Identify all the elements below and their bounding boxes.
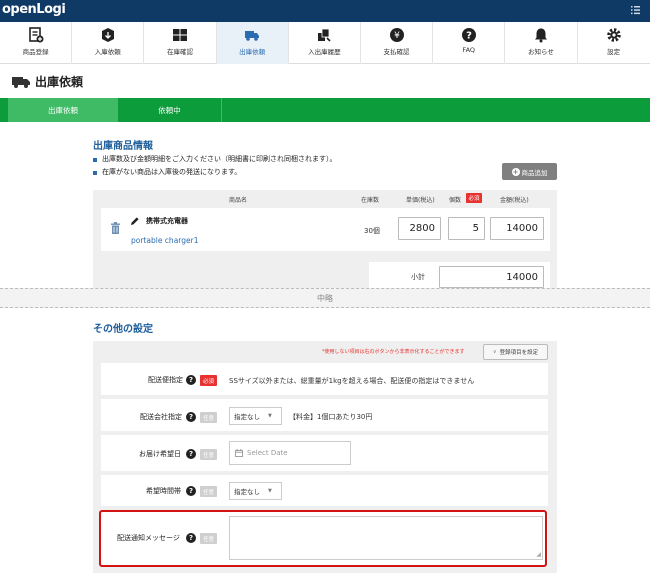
nav-item-history[interactable]: 入出庫履歴 <box>289 22 361 64</box>
header-product-name: 商品名 <box>229 197 248 204</box>
progress-steps: 出庫依頼 依頼中 <box>0 98 650 122</box>
nav-item-outbound[interactable]: 出庫依頼 <box>216 22 289 64</box>
nav-item-payment[interactable]: ¥ 支払確認 <box>361 22 434 64</box>
subtotal-label: 小計 <box>411 273 425 281</box>
nav-item-notice[interactable]: お知らせ <box>505 22 578 64</box>
gear-icon <box>606 28 621 42</box>
plus-icon: + <box>511 167 520 176</box>
stock-value: 30個 <box>364 227 380 235</box>
help-icon[interactable]: ? <box>186 412 196 422</box>
nav-item-faq[interactable]: ? FAQ <box>433 22 506 64</box>
nav-item-settings[interactable]: 設定 <box>578 22 650 64</box>
optional-badge: 任意 <box>200 449 217 460</box>
nav-label: 出庫依頼 <box>239 48 266 56</box>
help-icon[interactable]: ? <box>186 486 196 496</box>
nav-label: 入出庫履歴 <box>308 48 341 56</box>
nav-label: FAQ <box>462 46 476 54</box>
carrier-label: 配送会社指定 <box>140 413 182 421</box>
subtotal-value: 14000 <box>439 266 544 288</box>
delivery-date-input[interactable]: Select Date <box>229 441 351 465</box>
time-slot-select[interactable]: 指定なし ▼ <box>229 482 282 500</box>
amount-input[interactable]: 14000 <box>490 217 544 240</box>
optional-badge: 任意 <box>200 486 217 497</box>
delivery-date-label: お届け希望日 <box>139 450 181 458</box>
product-name: 携帯式充電器 <box>146 217 188 225</box>
main-nav: 商品登録 入庫依頼 在庫確認 出庫依頼 入出庫履歴 ¥ 支払確認 ? FAQ お… <box>0 22 650 64</box>
chevron-down-icon: ▼ <box>268 413 272 419</box>
header-qty: 個数 <box>449 197 462 204</box>
openlogi-logo[interactable]: openLogi <box>2 2 66 17</box>
chevron-down-icon: ∨ <box>492 349 497 355</box>
products-section-title: 出庫商品情報 <box>93 141 153 152</box>
bell-icon <box>534 28 547 43</box>
product-register-icon <box>28 27 44 43</box>
notes-list: 出庫数及び金額明細をご入力ください（明細書に印刷され同梱されます）。 在庫がない… <box>93 153 337 179</box>
add-product-label: 商品追加 <box>521 168 548 177</box>
pencil-icon[interactable] <box>131 217 139 225</box>
history-icon <box>318 28 331 42</box>
carrier-select[interactable]: 指定なし ▼ <box>229 407 282 425</box>
time-slot-select-value: 指定なし <box>234 488 260 496</box>
omitted-divider: 中略 <box>0 288 650 308</box>
quantity-input[interactable]: 5 <box>448 217 485 240</box>
delivery-date-placeholder: Select Date <box>247 449 288 457</box>
nav-label: 入庫依頼 <box>94 48 121 56</box>
calendar-icon <box>235 449 243 457</box>
nav-item-product-register[interactable]: 商品登録 <box>0 22 73 64</box>
carrier-select-value: 指定なし <box>234 413 260 421</box>
truck-icon <box>245 31 260 41</box>
nav-label: お知らせ <box>527 48 554 56</box>
header-unit-price: 単価(税込) <box>406 197 435 204</box>
truck-icon <box>12 77 30 88</box>
step-requesting: 依頼中 <box>118 98 222 122</box>
note-item: 出庫数及び金額明細をご入力ください（明細書に印刷され同梱されます）。 <box>93 153 337 166</box>
header-amount: 金額(税込) <box>500 197 529 204</box>
unit-price-input[interactable]: 2800 <box>398 217 441 240</box>
delivery-service-label: 配送便指定 <box>148 376 183 384</box>
highlight-box <box>99 510 547 567</box>
nav-label: 支払確認 <box>383 48 410 56</box>
inbound-icon <box>101 28 114 42</box>
header-stock: 在庫数 <box>361 197 380 204</box>
page-title: 出庫依頼 <box>35 75 84 89</box>
inventory-icon <box>172 29 187 41</box>
delivery-service-note: SSサイズ以外または、総重量が1kgを超える場合、配送便の指定はできません <box>229 377 475 385</box>
trash-icon[interactable] <box>111 222 120 234</box>
faq-icon: ? <box>461 28 476 42</box>
step-outbound-request: 出庫依頼 <box>8 98 118 122</box>
menu-icon[interactable] <box>631 5 640 15</box>
nav-label: 在庫確認 <box>166 48 193 56</box>
optional-badge: 任意 <box>200 412 217 423</box>
carrier-fee-note: 【料金】1個口あたり30円 <box>289 413 373 421</box>
register-fields-button[interactable]: ∨ 登録項目を設定 <box>483 344 548 360</box>
nav-label: 商品登録 <box>22 48 49 56</box>
settings-section-title: その他の設定 <box>93 324 153 335</box>
register-fields-label: 登録項目を設定 <box>499 350 539 356</box>
svg-text:?: ? <box>466 31 472 42</box>
add-product-button[interactable]: + 商品追加 <box>502 163 557 180</box>
nav-label: 設定 <box>607 48 621 56</box>
help-icon[interactable]: ? <box>186 449 196 459</box>
chevron-down-icon: ▼ <box>268 488 272 494</box>
time-slot-label: 希望時間帯 <box>146 487 181 495</box>
svg-text:¥: ¥ <box>394 31 400 41</box>
payment-icon: ¥ <box>389 28 404 42</box>
nav-item-inbound[interactable]: 入庫依頼 <box>72 22 145 64</box>
page-header: 出庫依頼 <box>0 64 650 98</box>
product-code: portable charger1 <box>131 236 199 245</box>
top-bar: openLogi <box>0 0 650 22</box>
required-badge: 必須 <box>466 193 482 203</box>
nav-item-inventory[interactable]: 在庫確認 <box>144 22 217 64</box>
note-item: 在庫がない商品は入庫後の発送になります。 <box>93 166 337 179</box>
settings-hint: *使用しない項目は右のボタンから非表示化することができます <box>322 349 465 355</box>
help-icon[interactable]: ? <box>186 375 196 385</box>
required-badge: 必須 <box>200 375 217 386</box>
